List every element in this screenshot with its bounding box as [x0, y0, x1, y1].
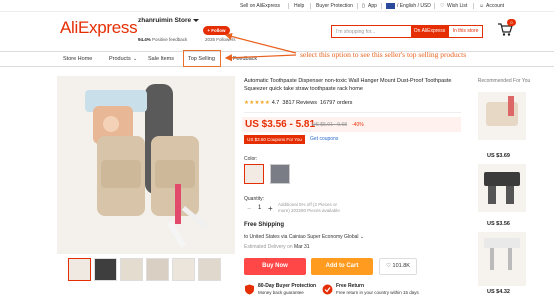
- recommended-item-price: US $3.69: [487, 153, 510, 159]
- availability-text: Additional 5% off (2 Pieces or more) 203…: [278, 202, 340, 213]
- quantity-decrease-button[interactable]: −: [247, 206, 251, 213]
- product-thumbnail[interactable]: [172, 258, 195, 281]
- shipping-destination[interactable]: to United States via Cainiao Super Econo…: [244, 234, 364, 240]
- rating-value: 4.7: [271, 100, 280, 106]
- buyer-protection-guarantee: 80-Day Buyer Protection Money back guaran…: [258, 283, 317, 295]
- get-coupons-link[interactable]: Get coupons: [310, 136, 338, 142]
- product-thumbnail[interactable]: [68, 258, 91, 281]
- heart-icon: ♡: [386, 263, 391, 269]
- product-main-image[interactable]: [57, 76, 235, 254]
- color-swatch-gray[interactable]: [270, 164, 290, 184]
- original-price: US $5.91 - 9.68: [312, 122, 348, 128]
- quantity-label: Quantity:: [244, 196, 265, 202]
- product-thumbnail[interactable]: [146, 258, 169, 281]
- review-count[interactable]: 3817 Reviews: [282, 100, 317, 106]
- recommended-item-image[interactable]: [478, 92, 526, 140]
- shield-icon: [245, 284, 254, 295]
- recommended-item-image[interactable]: [478, 232, 526, 286]
- add-to-cart-button[interactable]: Add to Cart: [311, 258, 373, 275]
- recommended-title: Recommended For You: [477, 78, 531, 84]
- divider: [244, 112, 461, 113]
- quantity-increase-button[interactable]: +: [268, 204, 273, 213]
- coupon-badge[interactable]: US $3.50 Coupons For You: [244, 135, 305, 144]
- color-label: Color:: [244, 156, 258, 162]
- shipping-title: Free Shipping: [244, 222, 285, 228]
- recommended-item-price: US $4.32: [487, 289, 510, 295]
- color-swatch-beige[interactable]: [244, 164, 264, 184]
- wishlist-button[interactable]: ♡ 101.8K: [379, 258, 417, 275]
- rating-row: ★★★★★ 4.7 3817 Reviews 16797 orders: [244, 100, 352, 106]
- order-count: 16797 orders: [320, 100, 353, 106]
- discount-badge: -40%: [352, 122, 364, 128]
- annotation-text: select this option to see this seller's …: [300, 50, 467, 59]
- return-icon: [322, 284, 333, 295]
- current-price: US $3.56 - 5.81: [245, 119, 316, 130]
- product-thumbnail[interactable]: [198, 258, 221, 281]
- buy-now-button[interactable]: Buy Now: [244, 258, 306, 275]
- product-thumbnail[interactable]: [94, 258, 117, 281]
- free-return-guarantee: Free Return Free return in your country w…: [336, 283, 419, 295]
- star-rating-icon: ★★★★★: [244, 100, 271, 106]
- quantity-input[interactable]: 1: [258, 205, 261, 211]
- recommended-item-image[interactable]: [478, 164, 526, 212]
- delivery-estimate: Estimated Delivery on Mar 31: [244, 244, 310, 250]
- product-thumbnail[interactable]: [120, 258, 143, 281]
- recommended-item-price: US $3.56: [487, 221, 510, 227]
- product-title: Automatic Toothpaste Dispenser non-toxic…: [244, 78, 452, 92]
